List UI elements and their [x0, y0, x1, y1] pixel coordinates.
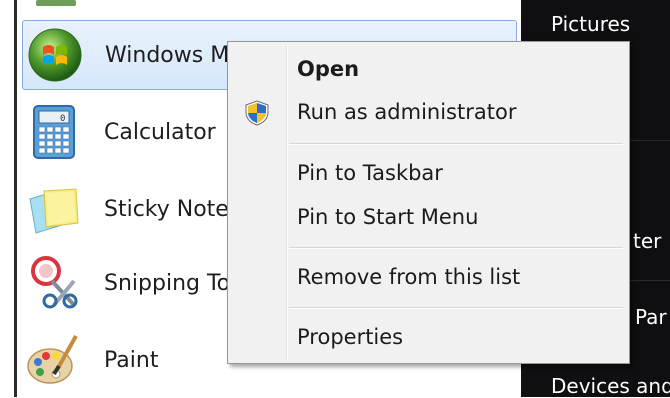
partial-program-item[interactable] [22, 0, 517, 10]
right-item-partial[interactable]: ter [633, 229, 661, 253]
partial-icon [36, 0, 76, 6]
sticky-notes-icon [26, 181, 82, 237]
right-item-control-panel[interactable]: Par [635, 305, 667, 329]
menu-item-label: Remove from this list [297, 265, 521, 289]
program-label: Snipping To [104, 270, 231, 296]
program-label: Paint [104, 347, 159, 373]
menu-item-run-as-administrator[interactable]: Run as administrator [232, 92, 625, 132]
menu-item-remove-from-this-list[interactable]: Remove from this list [232, 257, 625, 297]
uac-shield-icon [245, 100, 269, 126]
left-border-line [14, 0, 17, 397]
program-label: Sticky Note [104, 196, 229, 222]
menu-item-label: Properties [297, 325, 404, 349]
snipping-tool-icon [26, 255, 82, 311]
svg-text:0: 0 [60, 114, 65, 124]
menu-item-label: Pin to Start Menu [297, 205, 479, 229]
right-item-pictures[interactable]: Pictures [551, 12, 630, 36]
menu-item-open[interactable]: Open [232, 49, 625, 89]
right-item-devices-and-printers[interactable]: Devices and [551, 374, 670, 398]
menu-item-pin-to-start-menu[interactable]: Pin to Start Menu [232, 197, 625, 237]
program-label: Windows M [105, 42, 230, 68]
menu-separator-highlight [289, 144, 623, 145]
menu-item-label: Run as administrator [297, 100, 517, 124]
menu-item-label: Open [297, 57, 360, 81]
paint-icon [26, 332, 82, 388]
program-label: Calculator [104, 119, 216, 145]
menu-item-label: Pin to Taskbar [297, 161, 443, 185]
calculator-icon: 0 [26, 104, 82, 160]
menu-separator-highlight [289, 248, 623, 249]
menu-item-properties[interactable]: Properties [232, 317, 625, 357]
context-menu: Open Run as administrator Pin to Taskbar… [227, 41, 630, 364]
windows-media-player-icon [27, 27, 83, 83]
menu-item-pin-to-taskbar[interactable]: Pin to Taskbar [232, 153, 625, 193]
menu-separator-highlight [289, 308, 623, 309]
